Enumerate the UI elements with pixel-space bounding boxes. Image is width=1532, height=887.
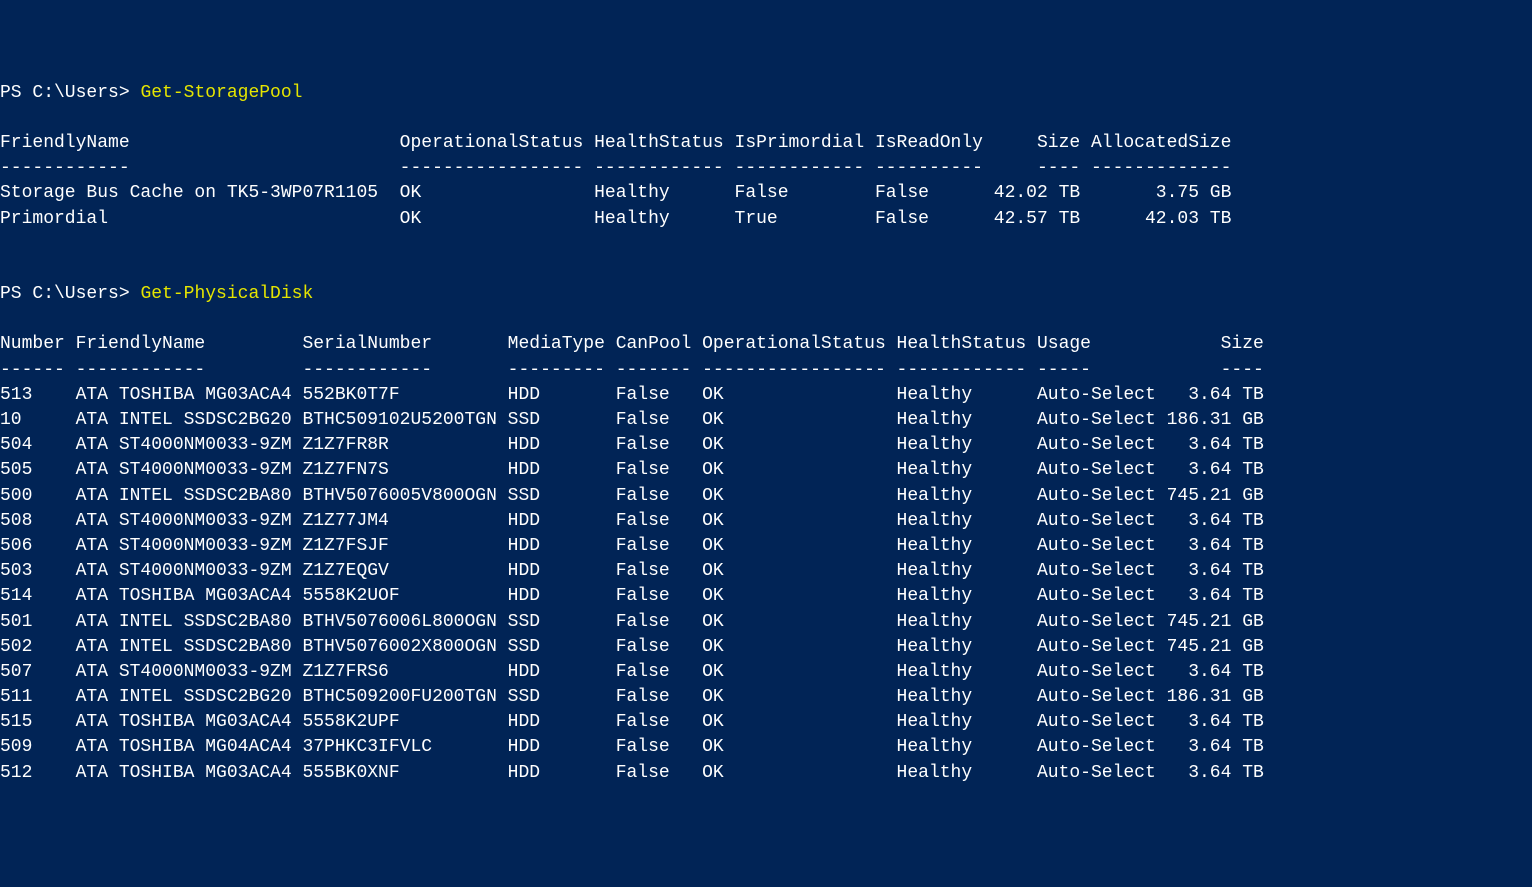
physicaldisk-row: 514 ATA TOSHIBA MG03ACA4 5558K2UOF HDD F… <box>0 584 1532 609</box>
physicaldisk-row: 515 ATA TOSHIBA MG03ACA4 5558K2UPF HDD F… <box>0 710 1532 735</box>
prompt-line-2[interactable]: PS C:\Users> Get-PhysicalDisk <box>0 282 1532 307</box>
blank-line <box>0 257 1532 282</box>
prompt-line-1[interactable]: PS C:\Users> Get-StoragePool <box>0 81 1532 106</box>
storagepool-row: Storage Bus Cache on TK5-3WP07R1105 OK H… <box>0 181 1532 206</box>
blank-line <box>0 232 1532 257</box>
physicaldisk-divider: ------ ------------ ------------ -------… <box>0 358 1532 383</box>
physicaldisk-row: 10 ATA INTEL SSDSC2BG20 BTHC509102U5200T… <box>0 408 1532 433</box>
physicaldisk-row: 512 ATA TOSHIBA MG03ACA4 555BK0XNF HDD F… <box>0 761 1532 786</box>
physicaldisk-row: 505 ATA ST4000NM0033-9ZM Z1Z7FN7S HDD Fa… <box>0 458 1532 483</box>
prompt-prefix: PS C:\Users> <box>0 83 140 103</box>
physicaldisk-row: 504 ATA ST4000NM0033-9ZM Z1Z7FR8R HDD Fa… <box>0 433 1532 458</box>
physicaldisk-row: 503 ATA ST4000NM0033-9ZM Z1Z7EQGV HDD Fa… <box>0 559 1532 584</box>
storagepool-divider: ------------ ----------------- ---------… <box>0 156 1532 181</box>
blank-line <box>0 106 1532 131</box>
blank-line <box>0 307 1532 332</box>
physicaldisk-header: Number FriendlyName SerialNumber MediaTy… <box>0 332 1532 357</box>
prompt-command: Get-StoragePool <box>140 83 302 103</box>
physicaldisk-row: 513 ATA TOSHIBA MG03ACA4 552BK0T7F HDD F… <box>0 383 1532 408</box>
physicaldisk-row: 500 ATA INTEL SSDSC2BA80 BTHV5076005V800… <box>0 484 1532 509</box>
physicaldisk-row: 509 ATA TOSHIBA MG04ACA4 37PHKC3IFVLC HD… <box>0 735 1532 760</box>
powershell-terminal[interactable]: PS C:\Users> Get-StoragePool FriendlyNam… <box>0 81 1532 786</box>
prompt-command: Get-PhysicalDisk <box>140 284 313 304</box>
physicaldisk-row: 508 ATA ST4000NM0033-9ZM Z1Z77JM4 HDD Fa… <box>0 509 1532 534</box>
physicaldisk-row: 511 ATA INTEL SSDSC2BG20 BTHC509200FU200… <box>0 685 1532 710</box>
prompt-prefix: PS C:\Users> <box>0 284 140 304</box>
physicaldisk-row: 506 ATA ST4000NM0033-9ZM Z1Z7FSJF HDD Fa… <box>0 534 1532 559</box>
storagepool-row: Primordial OK Healthy True False 42.57 T… <box>0 207 1532 232</box>
physicaldisk-row: 507 ATA ST4000NM0033-9ZM Z1Z7FRS6 HDD Fa… <box>0 660 1532 685</box>
physicaldisk-row: 502 ATA INTEL SSDSC2BA80 BTHV5076002X800… <box>0 635 1532 660</box>
physicaldisk-row: 501 ATA INTEL SSDSC2BA80 BTHV5076006L800… <box>0 610 1532 635</box>
storagepool-header: FriendlyName OperationalStatus HealthSta… <box>0 131 1532 156</box>
